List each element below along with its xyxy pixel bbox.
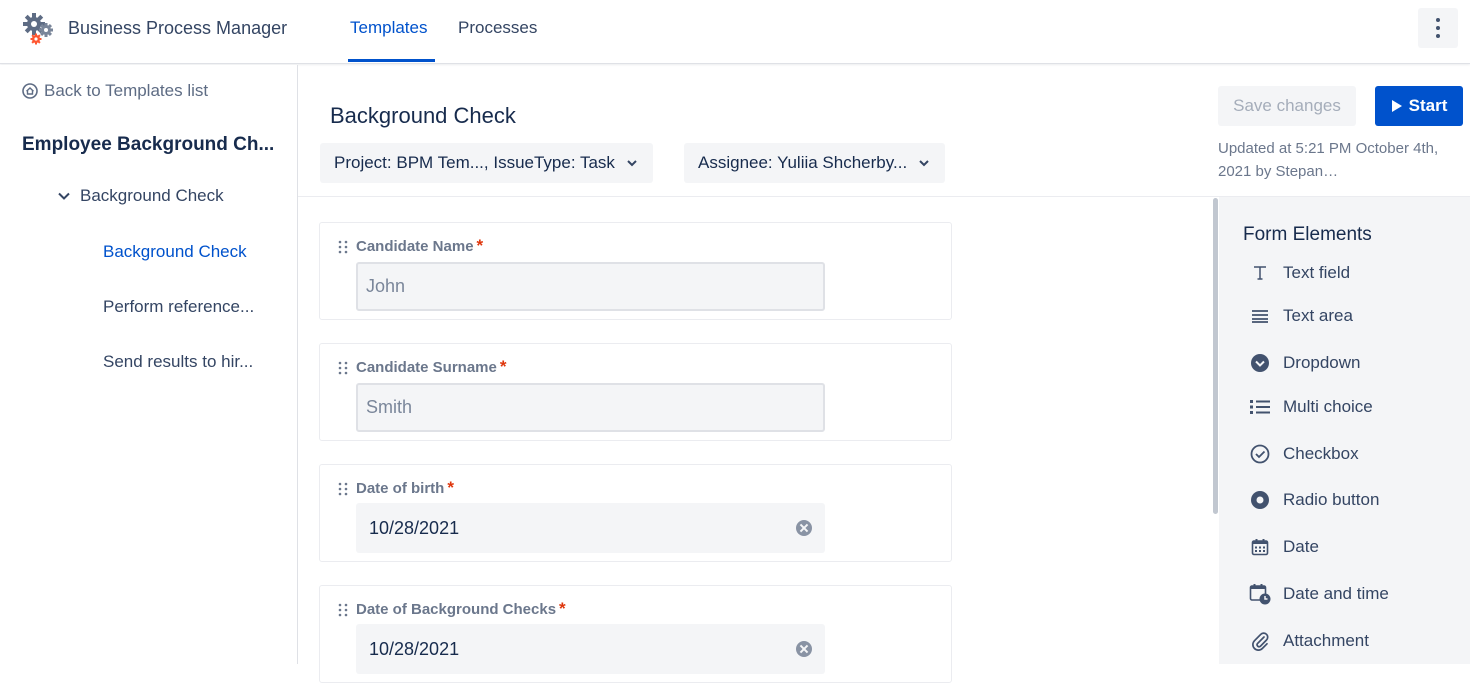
element-label: Date xyxy=(1283,537,1319,556)
element-date[interactable]: Date xyxy=(1249,536,1319,558)
tree-item-send-results[interactable]: Send results to hir... xyxy=(103,352,253,372)
date-value: 10/28/2021 xyxy=(369,638,460,659)
drag-handle-icon[interactable] xyxy=(338,361,348,375)
more-options-button[interactable] xyxy=(1418,8,1458,48)
element-label: Text field xyxy=(1283,263,1351,282)
save-changes-button[interactable]: Save changes xyxy=(1218,86,1356,126)
template-sidebar: Back to Templates list Employee Backgrou… xyxy=(0,65,298,664)
top-bar: Business Process Manager Templates Proce… xyxy=(0,0,1470,64)
home-icon xyxy=(22,83,38,99)
date-value: 10/28/2021 xyxy=(369,517,460,538)
element-attachment[interactable]: Attachment xyxy=(1249,630,1369,652)
form-field-card: Candidate Name * John xyxy=(319,222,952,320)
candidate-name-input[interactable]: John xyxy=(356,262,825,311)
required-marker: * xyxy=(476,236,484,255)
drag-handle-icon[interactable] xyxy=(338,482,348,496)
clear-icon[interactable] xyxy=(796,641,812,657)
more-dot-icon xyxy=(1436,26,1440,30)
element-label: Date and time xyxy=(1283,584,1389,603)
project-selector[interactable]: Project: BPM Tem..., IssueType: Task xyxy=(320,143,653,183)
date-of-birth-picker[interactable]: 10/28/2021 xyxy=(356,503,825,553)
tree-group-background-check[interactable]: Background Check xyxy=(56,186,224,206)
element-radio-button[interactable]: Radio button xyxy=(1249,489,1379,511)
radio-button-icon xyxy=(1249,489,1271,511)
form-field-card: Candidate Surname * Smith xyxy=(319,343,952,441)
gears-logo-icon xyxy=(23,13,53,45)
element-label: Radio button xyxy=(1283,490,1380,509)
text-area-icon xyxy=(1249,305,1271,327)
app-title: Business Process Manager xyxy=(68,18,288,38)
field-label-text: Date of birth xyxy=(356,480,445,497)
required-marker: * xyxy=(499,357,507,376)
more-dot-icon xyxy=(1436,18,1440,22)
element-label: Attachment xyxy=(1283,631,1369,650)
checkbox-icon xyxy=(1249,443,1271,465)
dropdown-icon xyxy=(1249,352,1271,374)
element-label: Multi choice xyxy=(1283,397,1373,416)
element-label: Dropdown xyxy=(1283,353,1361,372)
calendar-clock-icon xyxy=(1249,583,1271,605)
form-field-card: Date of Background Checks * 10/28/2021 xyxy=(319,585,952,683)
assignee-selector[interactable]: Assignee: Yuliia Shcherby... xyxy=(684,143,946,183)
field-label: Date of Background Checks * xyxy=(356,599,566,619)
back-to-templates-link[interactable]: Back to Templates list xyxy=(22,81,208,101)
element-label: Checkbox xyxy=(1283,444,1359,463)
play-icon xyxy=(1391,100,1402,112)
element-checkbox[interactable]: Checkbox xyxy=(1249,443,1359,465)
chevron-down-icon xyxy=(627,160,637,167)
tree-item-background-check[interactable]: Background Check xyxy=(103,242,247,262)
element-label: Text area xyxy=(1283,306,1353,325)
element-text-area[interactable]: Text area xyxy=(1249,305,1353,327)
text-field-icon xyxy=(1249,262,1271,284)
form-elements-title: Form Elements xyxy=(1243,224,1372,245)
chevron-down-icon xyxy=(58,192,70,200)
tab-templates[interactable]: Templates xyxy=(350,18,427,38)
field-label: Candidate Name * xyxy=(356,236,483,256)
assignee-selector-label: Assignee: Yuliia Shcherby... xyxy=(698,153,908,172)
start-button[interactable]: Start xyxy=(1375,86,1463,126)
field-label-text: Candidate Surname xyxy=(356,359,497,376)
tree-item-perform-reference[interactable]: Perform reference... xyxy=(103,297,254,317)
clear-icon[interactable] xyxy=(796,520,812,536)
start-button-label: Start xyxy=(1408,96,1448,115)
element-date-and-time[interactable]: Date and time xyxy=(1249,583,1389,605)
field-label-text: Candidate Name xyxy=(356,238,474,255)
multi-choice-icon xyxy=(1249,396,1271,418)
element-dropdown[interactable]: Dropdown xyxy=(1249,352,1361,374)
tree-group-label: Background Check xyxy=(80,186,224,205)
candidate-surname-input[interactable]: Smith xyxy=(356,383,825,432)
content-scrollbar[interactable] xyxy=(1213,198,1218,514)
form-elements-panel: Form Elements Text field Text area Dropd… xyxy=(1219,197,1470,664)
drag-handle-icon[interactable] xyxy=(338,603,348,617)
element-text-field[interactable]: Text field xyxy=(1249,262,1350,284)
field-label-text: Date of Background Checks xyxy=(356,601,557,618)
tab-processes[interactable]: Processes xyxy=(458,18,537,38)
required-marker: * xyxy=(559,599,566,618)
date-of-background-checks-picker[interactable]: 10/28/2021 xyxy=(356,624,825,674)
updated-info: Updated at 5:21 PM October 4th, 2021 by … xyxy=(1218,140,1439,180)
template-name[interactable]: Employee Background Ch... xyxy=(22,134,274,156)
more-dot-icon xyxy=(1436,34,1440,38)
required-marker: * xyxy=(447,478,454,497)
page-title: Background Check xyxy=(330,103,516,128)
chevron-down-icon xyxy=(919,160,929,167)
back-link-label: Back to Templates list xyxy=(44,81,209,100)
active-tab-indicator xyxy=(348,59,435,62)
field-label: Date of birth * xyxy=(356,478,454,498)
calendar-icon xyxy=(1249,536,1271,558)
element-multi-choice[interactable]: Multi choice xyxy=(1249,396,1373,418)
field-label: Candidate Surname * xyxy=(356,357,507,377)
form-field-card: Date of birth * 10/28/2021 xyxy=(319,464,952,562)
paperclip-icon xyxy=(1249,630,1271,652)
drag-handle-icon[interactable] xyxy=(338,240,348,254)
project-selector-label: Project: BPM Tem..., IssueType: Task xyxy=(334,153,615,172)
